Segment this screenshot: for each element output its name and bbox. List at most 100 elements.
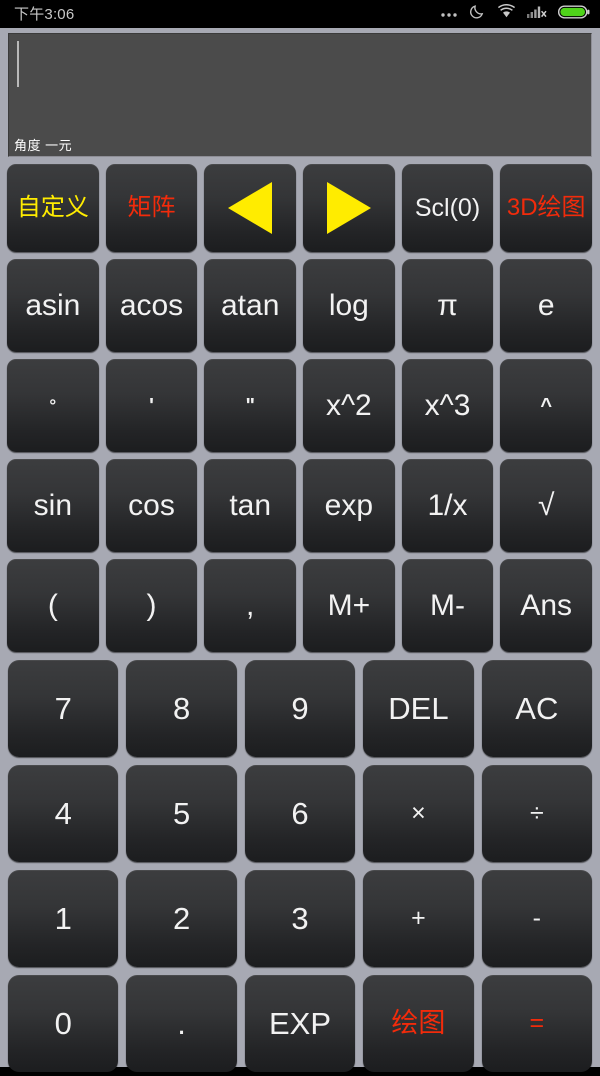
keypad-numeric-row: 7 8 9 DEL AC <box>0 656 600 761</box>
key-sqrt[interactable]: √ <box>500 459 593 552</box>
status-bar-icons <box>440 3 590 25</box>
key-asin[interactable]: asin <box>7 259 99 352</box>
key-label: e <box>537 288 555 322</box>
key-label: 0 <box>54 1006 72 1041</box>
keypad-function-row: sin cos tan exp 1/x √ <box>0 456 600 556</box>
key-1[interactable]: 1 <box>8 870 119 967</box>
key-label: 1/x <box>427 488 468 522</box>
key-label: 2 <box>172 901 191 936</box>
key-3d-plot[interactable]: 3D绘图 <box>500 164 593 252</box>
key-delete[interactable]: DEL <box>363 660 474 757</box>
key-label: sin <box>33 488 73 522</box>
key-cursor-left[interactable]: ◀ <box>204 164 297 252</box>
keypad-function-row: 自定义 矩阵 ◀▶ Scl(0) 3D绘图 <box>0 161 600 256</box>
cellular-signal-no-sim-icon <box>527 4 547 24</box>
key-tan[interactable]: tan <box>204 459 297 552</box>
key-exp[interactable]: exp <box>303 459 395 552</box>
key-label: 9 <box>291 691 309 726</box>
keypad-numeric-row: 4 5 6 × ÷ <box>0 761 600 866</box>
keypad-function-row: asin acos atan log π e <box>0 256 600 356</box>
key-label: . <box>177 1006 186 1041</box>
key-degree[interactable]: ° <box>7 359 99 452</box>
key-equals[interactable]: = <box>481 975 593 1072</box>
key-label: DEL <box>388 691 449 726</box>
keypad-function-row: (), M+ M- Ans <box>0 556 600 656</box>
key-second[interactable]: " <box>204 359 297 452</box>
key-cursor-right[interactable]: ▶ <box>303 164 395 252</box>
key-label: 4 <box>54 796 72 831</box>
key-answer[interactable]: Ans <box>500 559 593 652</box>
key-atan[interactable]: atan <box>204 259 297 352</box>
key-label: ' <box>149 394 154 417</box>
key-0[interactable]: 0 <box>8 975 119 1072</box>
keypad-numeric-row: 0. EXP 绘图 = <box>0 971 600 1076</box>
key-square[interactable]: x^2 <box>303 359 395 452</box>
key-label: √ <box>537 488 555 522</box>
key-3[interactable]: 3 <box>244 870 356 967</box>
key-5[interactable]: 5 <box>126 765 237 862</box>
key-label: - <box>532 904 541 932</box>
battery-icon <box>557 4 590 25</box>
key-label: x^3 <box>424 388 471 422</box>
key-2[interactable]: 2 <box>126 870 237 967</box>
key-exponent[interactable]: EXP <box>244 975 356 1072</box>
status-bar: 下午3:06 <box>0 0 600 28</box>
key-label: ÷ <box>529 799 544 827</box>
key-minus[interactable]: - <box>481 870 593 967</box>
key-label: = <box>529 1009 545 1037</box>
keypad-function-row: ° ' " x^2 x^3 ^ <box>0 356 600 456</box>
arrow-right-icon <box>326 182 371 234</box>
key-acos[interactable]: acos <box>105 259 198 352</box>
key-memory-add[interactable]: M+ <box>303 559 395 652</box>
key-7[interactable]: 7 <box>8 660 119 757</box>
key-plus[interactable]: + <box>363 870 474 967</box>
key-reciprocal[interactable]: 1/x <box>401 459 494 552</box>
key-e[interactable]: e <box>500 259 593 352</box>
key-all-clear[interactable]: AC <box>481 660 593 757</box>
key-label: Ans <box>520 588 573 622</box>
key-label: cos <box>128 488 175 522</box>
key-label: ^ <box>540 394 553 417</box>
key-label: × <box>411 799 426 827</box>
key-label: atan <box>220 288 280 322</box>
key-9[interactable]: 9 <box>244 660 356 757</box>
key-label: 矩阵 <box>127 194 176 221</box>
key-sin[interactable]: sin <box>7 459 99 552</box>
key-plot[interactable]: 绘图 <box>363 975 474 1072</box>
key-cos[interactable]: cos <box>105 459 198 552</box>
key-label: Scl(0) <box>414 193 481 222</box>
more-dots-icon <box>440 4 458 25</box>
key-label: M+ <box>327 588 371 622</box>
key-custom[interactable]: 自定义 <box>7 164 99 252</box>
key-paren-close[interactable]: ) <box>105 559 198 652</box>
key-label: ( <box>47 588 58 622</box>
key-log[interactable]: log <box>303 259 395 352</box>
key-label: asin <box>25 288 81 322</box>
key-label: log <box>328 288 369 322</box>
key-label: acos <box>119 288 184 322</box>
key-multiply[interactable]: × <box>363 765 474 862</box>
keypad: 自定义 矩阵 ◀▶ Scl(0) 3D绘图 asin acos atan log π e ° ' " x^2… <box>0 161 600 1072</box>
display-expression <box>17 40 585 130</box>
calculator-display[interactable]: 角度 一元 <box>8 33 592 157</box>
key-minute[interactable]: ' <box>105 359 198 452</box>
key-divide[interactable]: ÷ <box>481 765 593 862</box>
key-label: π <box>437 288 458 322</box>
key-decimal[interactable]: . <box>126 975 237 1072</box>
key-memory-sub[interactable]: M- <box>401 559 494 652</box>
key-6[interactable]: 6 <box>244 765 356 862</box>
key-label: 6 <box>291 796 309 831</box>
key-label: + <box>411 904 426 932</box>
key-label: x^2 <box>325 388 372 422</box>
key-cube[interactable]: x^3 <box>401 359 494 452</box>
key-power[interactable]: ^ <box>500 359 593 452</box>
key-paren-open[interactable]: ( <box>7 559 99 652</box>
key-label: ° <box>49 396 57 415</box>
key-matrix[interactable]: 矩阵 <box>105 164 198 252</box>
key-4[interactable]: 4 <box>8 765 119 862</box>
key-comma[interactable]: , <box>204 559 297 652</box>
key-label: AC <box>515 691 559 726</box>
key-scl[interactable]: Scl(0) <box>401 164 494 252</box>
key-pi[interactable]: π <box>401 259 494 352</box>
key-8[interactable]: 8 <box>126 660 237 757</box>
